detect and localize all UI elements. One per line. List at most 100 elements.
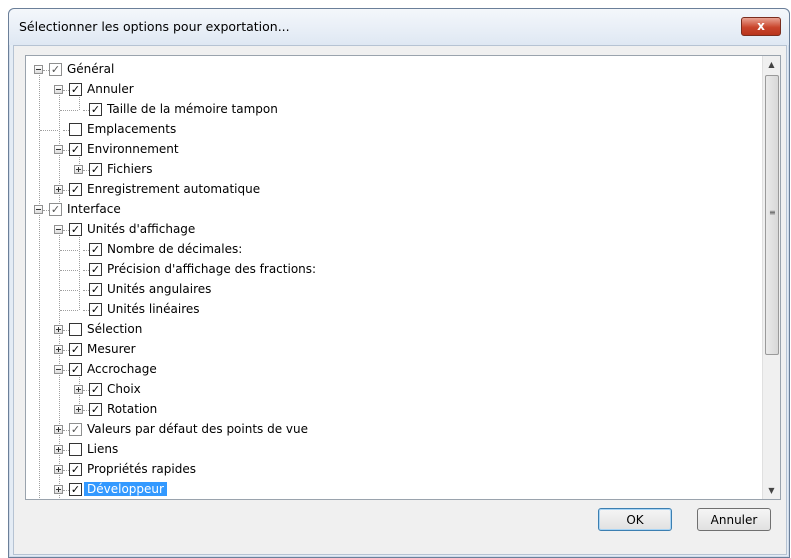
collapse-icon[interactable] [34, 205, 43, 214]
checkbox[interactable]: ✓ [69, 423, 82, 436]
tree-item-label: Fichiers [107, 162, 153, 176]
tree-item-label: Nombre de décimales: [107, 242, 243, 256]
tree-item-label: Interface [67, 202, 121, 216]
dialog-title: Sélectionner les options pour exportatio… [19, 19, 290, 34]
checkbox[interactable] [69, 123, 82, 136]
tree-item[interactable]: ✓ Enregistrement automatique [26, 180, 746, 200]
cancel-button[interactable]: Annuler [697, 508, 771, 531]
collapse-icon[interactable] [54, 225, 63, 234]
checkbox[interactable]: ✓ [89, 303, 102, 316]
grip-icon: ≡ [769, 208, 776, 217]
expand-icon[interactable] [54, 485, 63, 494]
tree-line [60, 290, 78, 291]
scroll-up-icon[interactable]: ▲ [763, 56, 780, 73]
checkbox[interactable]: ✓ [69, 363, 82, 376]
tree-item[interactable]: ✓ Unités d'affichage [26, 220, 746, 240]
tree-line [40, 130, 58, 131]
tree-item-label: Rotation [107, 402, 158, 416]
checkbox[interactable]: ✓ [49, 63, 62, 76]
tree-item-label: Unités d'affichage [87, 222, 196, 236]
collapse-icon[interactable] [54, 365, 63, 374]
scrollbar-thumb[interactable]: ≡ [765, 75, 779, 355]
checkbox[interactable]: ✓ [89, 163, 102, 176]
tree-item[interactable]: ✓ Valeurs par défaut des points de vue [26, 420, 746, 440]
checkbox[interactable]: ✓ [69, 463, 82, 476]
tree-item[interactable]: Sélection [26, 320, 746, 340]
checkbox[interactable]: ✓ [89, 383, 102, 396]
tree-line [60, 250, 78, 251]
checkbox[interactable]: ✓ [69, 183, 82, 196]
tree-item-label: Général [67, 62, 115, 76]
tree-item-label: Choix [107, 382, 141, 396]
tree-item[interactable]: ✓ Développeur [26, 480, 746, 499]
checkbox[interactable]: ✓ [49, 203, 62, 216]
collapse-icon[interactable] [54, 145, 63, 154]
checkbox[interactable]: ✓ [89, 403, 102, 416]
tree-item-label: Sélection [87, 322, 143, 336]
checkbox[interactable]: ✓ [69, 483, 82, 496]
tree-item[interactable]: ✓ Annuler [26, 80, 746, 100]
expand-icon[interactable] [74, 385, 83, 394]
dialog-client-area: ✓ Général ✓ Annuler ✓ Taille de la mémoire ta… [13, 45, 787, 555]
tree-item-label: Emplacements [87, 122, 177, 136]
tree-item[interactable]: ✓ Unités angulaires [26, 280, 746, 300]
expand-icon[interactable] [54, 445, 63, 454]
tree-item[interactable]: ✓ Fichiers [26, 160, 746, 180]
export-options-dialog: Sélectionner les options pour exportatio… [8, 8, 790, 558]
tree-item[interactable]: ✓ Nombre de décimales: [26, 240, 746, 260]
tree-item[interactable]: ✓ Mesurer [26, 340, 746, 360]
expand-icon[interactable] [74, 165, 83, 174]
collapse-icon[interactable] [54, 85, 63, 94]
expand-icon[interactable] [54, 425, 63, 434]
checkbox[interactable] [69, 443, 82, 456]
tree-item-label: Unités angulaires [107, 282, 212, 296]
expand-icon[interactable] [74, 405, 83, 414]
tree-item[interactable]: ✓ Interface [26, 200, 746, 220]
options-tree: ✓ Général ✓ Annuler ✓ Taille de la mémoire ta… [25, 55, 781, 500]
expand-icon[interactable] [54, 325, 63, 334]
checkbox[interactable]: ✓ [89, 103, 102, 116]
title-bar[interactable]: Sélectionner les options pour exportatio… [9, 9, 789, 45]
tree-item-label: Propriétés rapides [87, 462, 196, 476]
tree-line [60, 310, 78, 311]
ok-button[interactable]: OK [598, 508, 672, 531]
tree-item[interactable]: ✓ Propriétés rapides [26, 460, 746, 480]
expand-icon[interactable] [54, 345, 63, 354]
tree-line [60, 110, 78, 111]
tree-item-label: Annuler [87, 82, 134, 96]
vertical-scrollbar[interactable]: ▲ ≡ ▼ [762, 56, 780, 499]
tree-item[interactable]: Emplacements [26, 120, 746, 140]
checkbox[interactable]: ✓ [89, 243, 102, 256]
tree-item-label: Valeurs par défaut des points de vue [87, 422, 309, 436]
collapse-icon[interactable] [34, 65, 43, 74]
tree-item-label: Taille de la mémoire tampon [107, 102, 278, 116]
tree-item-label: Enregistrement automatique [87, 182, 261, 196]
tree-item[interactable]: ✓ Précision d'affichage des fractions: [26, 260, 746, 280]
checkbox[interactable]: ✓ [89, 283, 102, 296]
tree-item-label: Accrochage [87, 362, 157, 376]
expand-icon[interactable] [54, 185, 63, 194]
close-icon: x [757, 19, 765, 33]
checkbox[interactable]: ✓ [69, 83, 82, 96]
tree-item-label: Environnement [87, 142, 179, 156]
checkbox[interactable]: ✓ [69, 343, 82, 356]
tree-item[interactable]: ✓ Environnement [26, 140, 746, 160]
tree-item[interactable]: ✓ Général [26, 60, 746, 80]
tree-item[interactable]: ✓ Rotation [26, 400, 746, 420]
expand-icon[interactable] [54, 465, 63, 474]
tree-item-label: Précision d'affichage des fractions: [107, 262, 317, 276]
tree-item-label: Liens [87, 442, 119, 456]
checkbox[interactable]: ✓ [69, 143, 82, 156]
tree-item[interactable]: ✓ Choix [26, 380, 746, 400]
tree-item-label: Développeur [84, 482, 167, 496]
tree-item[interactable]: ✓ Accrochage [26, 360, 746, 380]
scroll-down-icon[interactable]: ▼ [763, 482, 780, 499]
checkbox[interactable]: ✓ [89, 263, 102, 276]
checkbox[interactable]: ✓ [69, 223, 82, 236]
tree-item[interactable]: ✓ Taille de la mémoire tampon [26, 100, 746, 120]
tree-item-label: Mesurer [87, 342, 136, 356]
tree-item[interactable]: Liens [26, 440, 746, 460]
checkbox[interactable] [69, 323, 82, 336]
tree-item[interactable]: ✓ Unités linéaires [26, 300, 746, 320]
close-button[interactable]: x [741, 17, 781, 36]
